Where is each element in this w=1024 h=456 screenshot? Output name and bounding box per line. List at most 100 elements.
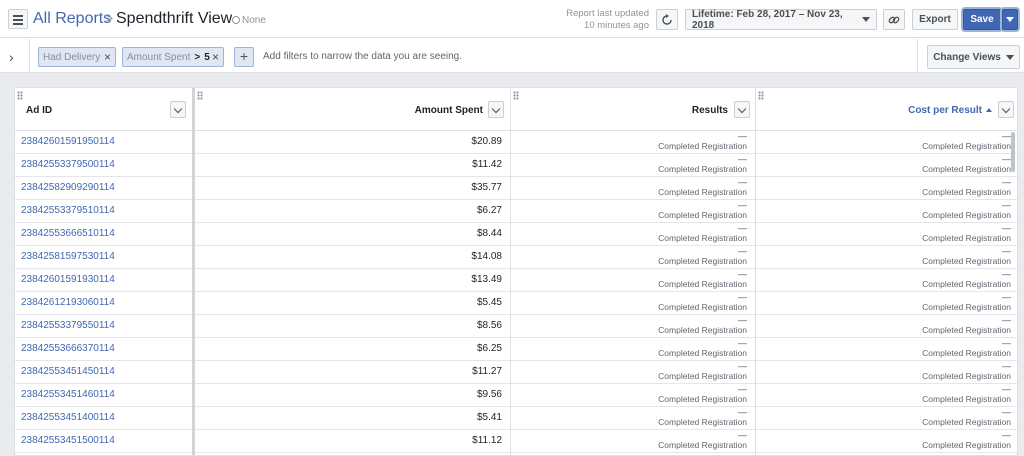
result-type-label: Completed Registration	[658, 256, 747, 266]
chevron-right-icon[interactable]: ›	[9, 49, 14, 65]
column-menu-button[interactable]	[170, 101, 186, 118]
column-menu-button[interactable]	[488, 101, 504, 118]
close-icon[interactable]: ×	[212, 50, 219, 64]
drag-handle-icon[interactable]	[197, 91, 203, 100]
empty-value-dash: —	[738, 407, 747, 417]
table-row: — Completed Registration	[756, 361, 1017, 384]
ad-id-link[interactable]: 23842553451500114	[21, 435, 115, 455]
result-type-label: Completed Registration	[658, 141, 747, 151]
empty-value-dash: —	[738, 177, 747, 187]
column-header-cost-per-result[interactable]: Cost per Result	[756, 88, 1017, 131]
table-row: — Completed Registration	[511, 223, 755, 246]
result-cell: — Completed Registration	[658, 200, 747, 223]
filter-hint[interactable]: Add filters to narrow the data you are s…	[263, 51, 462, 62]
drag-handle-icon[interactable]	[513, 91, 519, 100]
top-bar: All Reports > Spendthrift View None Repo…	[0, 0, 1024, 38]
empty-value-dash: —	[1002, 154, 1011, 164]
result-cell: — Completed Registration	[922, 338, 1011, 361]
sort-ascending-icon	[986, 108, 992, 112]
divider	[917, 39, 918, 73]
change-views-label: Change Views	[933, 51, 1001, 63]
hamburger-icon[interactable]	[8, 9, 28, 29]
result-type-label: Completed Registration	[922, 279, 1011, 289]
table-row: — Completed Registration	[756, 338, 1017, 361]
empty-value-dash: —	[1002, 177, 1011, 187]
close-icon[interactable]: ×	[104, 50, 111, 64]
date-range-label: Lifetime: Feb 28, 2017 – Nov 23, 2018	[692, 8, 843, 31]
table-row: — Completed Registration	[511, 131, 755, 154]
save-button[interactable]: Save	[963, 9, 1001, 30]
column-menu-button[interactable]	[734, 101, 750, 118]
result-type-label: Completed Registration	[922, 164, 1011, 174]
result-cell: — Completed Registration	[658, 292, 747, 315]
result-cell: — Completed Registration	[922, 131, 1011, 154]
chevron-down-icon	[173, 104, 183, 114]
result-type-label: Completed Registration	[922, 141, 1011, 151]
breadcrumb-all-reports[interactable]: All Reports	[33, 10, 111, 28]
table-row: — Completed Registration	[756, 407, 1017, 430]
table-row: — Completed Registration	[511, 246, 755, 269]
table-row: $8.44	[195, 223, 510, 246]
result-cell: — Completed Registration	[922, 269, 1011, 292]
table-row: — Completed Registration	[511, 177, 755, 200]
result-type-label: Completed Registration	[922, 371, 1011, 381]
vertical-scrollbar[interactable]	[1011, 132, 1015, 172]
drag-handle-icon[interactable]	[17, 91, 23, 100]
result-type-label: Completed Registration	[922, 325, 1011, 335]
report-table: Ad ID 23842601591950114 23842553379500114…	[14, 87, 1018, 456]
chevron-down-icon	[862, 17, 870, 22]
result-cell: — Completed Registration	[922, 361, 1011, 384]
result-cell: — Completed Registration	[658, 131, 747, 154]
table-row: 23842601591930114	[15, 269, 192, 292]
empty-value-dash: —	[1002, 131, 1011, 141]
empty-value-dash: —	[1002, 315, 1011, 325]
chevron-down-icon	[737, 104, 747, 114]
empty-value-dash: —	[738, 246, 747, 256]
result-cell: — Completed Registration	[658, 384, 747, 407]
result-type-label: Completed Registration	[922, 394, 1011, 404]
table-row: — Completed Registration	[511, 292, 755, 315]
result-type-label: Completed Registration	[658, 279, 747, 289]
table-row: — Completed Registration	[511, 269, 755, 292]
empty-value-dash: —	[1002, 407, 1011, 417]
column-header-amount-spent[interactable]: Amount Spent	[195, 88, 510, 131]
result-type-label: Completed Registration	[658, 417, 747, 427]
table-row: 23842553451460114	[15, 384, 192, 407]
table-row: $9.56	[195, 384, 510, 407]
result-type-label: Completed Registration	[922, 256, 1011, 266]
empty-value-dash: —	[738, 361, 747, 371]
empty-value-dash: —	[1002, 200, 1011, 210]
table-row: 23842581597530114	[15, 246, 192, 269]
result-type-label: Completed Registration	[658, 302, 747, 312]
result-cell: — Completed Registration	[922, 292, 1011, 315]
report-updated-line1: Report last updated	[566, 8, 649, 19]
share-link-button[interactable]	[883, 9, 905, 30]
tag-indicator[interactable]: None	[232, 15, 266, 26]
result-cell: — Completed Registration	[658, 407, 747, 430]
column-header-label: Amount Spent	[414, 105, 483, 116]
table-row: — Completed Registration	[756, 246, 1017, 269]
table-row: $6.25	[195, 338, 510, 361]
change-views-button[interactable]: Change Views	[927, 45, 1020, 69]
date-range-picker[interactable]: Lifetime: Feb 28, 2017 – Nov 23, 2018	[685, 8, 877, 31]
refresh-button[interactable]	[656, 9, 678, 30]
column-menu-button[interactable]	[998, 101, 1014, 118]
table-row: — Completed Registration	[511, 430, 755, 453]
column-header-results[interactable]: Results	[511, 88, 755, 131]
column-ad-id: Ad ID 23842601591950114 23842553379500114…	[15, 88, 192, 455]
empty-value-dash: —	[1002, 384, 1011, 394]
table-row: $5.41	[195, 407, 510, 430]
result-cell: — Completed Registration	[658, 430, 747, 453]
column-header-ad-id[interactable]: Ad ID	[15, 88, 192, 131]
drag-handle-icon[interactable]	[758, 91, 764, 100]
export-button[interactable]: Export	[912, 9, 958, 30]
result-type-label: Completed Registration	[922, 187, 1011, 197]
filter-chip-amount-spent[interactable]: Amount Spent > 5 ×	[122, 47, 224, 67]
empty-value-dash: —	[738, 154, 747, 164]
empty-value-dash: —	[1002, 246, 1011, 256]
result-cell: — Completed Registration	[922, 246, 1011, 269]
add-filter-button[interactable]: +	[234, 47, 254, 67]
save-options-dropdown[interactable]	[1002, 9, 1018, 30]
filter-chip-had-delivery[interactable]: Had Delivery ×	[38, 47, 116, 67]
filter-chip-label: Had Delivery	[43, 51, 101, 63]
